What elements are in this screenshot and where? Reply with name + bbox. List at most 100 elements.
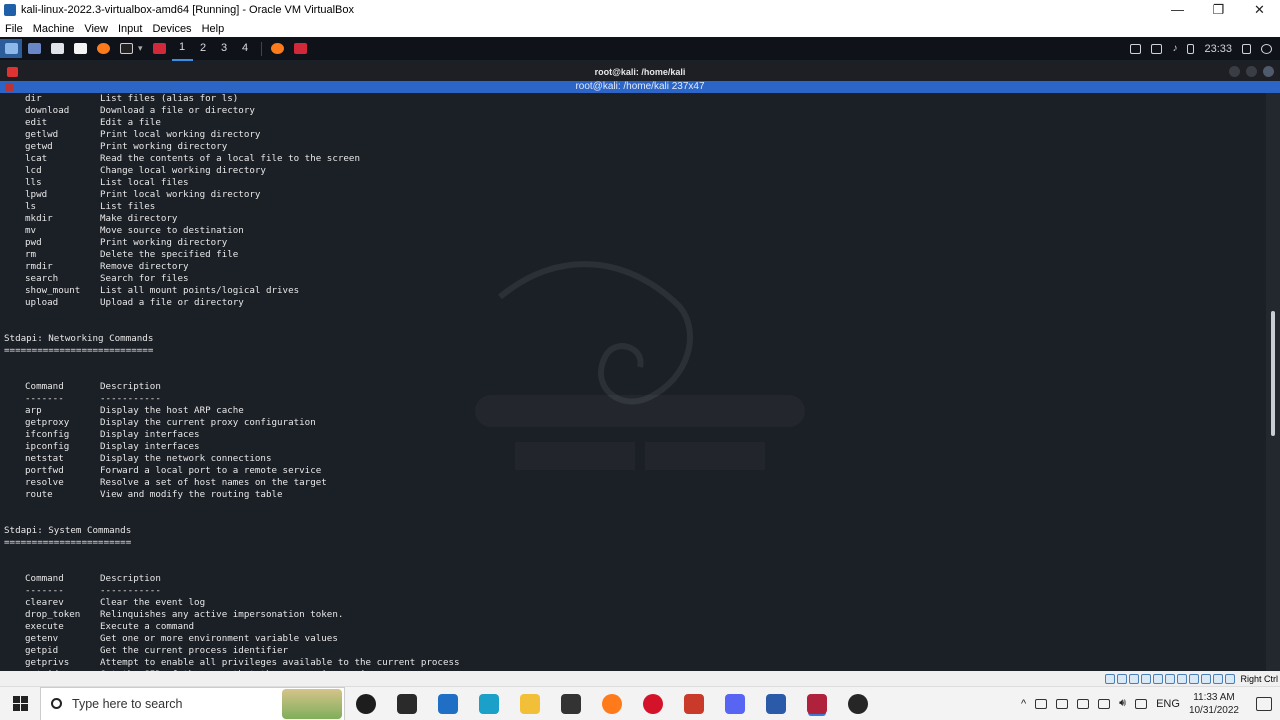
cpu-icon[interactable] bbox=[1201, 673, 1212, 684]
bell-icon[interactable]: ♪ bbox=[1172, 43, 1177, 54]
hard-disk-icon[interactable] bbox=[1105, 673, 1116, 684]
mouse-integration-icon[interactable] bbox=[1213, 673, 1224, 684]
workspace-4[interactable]: 4 bbox=[235, 37, 256, 60]
kali-menu-button[interactable] bbox=[0, 39, 22, 58]
taskbar-app-obs[interactable] bbox=[837, 687, 878, 720]
display-icon[interactable] bbox=[1177, 673, 1188, 684]
task-firefox[interactable] bbox=[267, 39, 289, 58]
language-indicator[interactable]: ENG bbox=[1156, 698, 1180, 710]
taskbar-search[interactable]: Type here to search bbox=[40, 686, 345, 720]
launcher-dropdown-icon[interactable]: ▾ bbox=[138, 43, 143, 54]
command-description: Download a file or directory bbox=[100, 105, 255, 116]
start-button[interactable] bbox=[0, 687, 40, 720]
command-description: Display interfaces bbox=[100, 441, 200, 452]
battery-icon[interactable] bbox=[1098, 698, 1111, 709]
terminal-minimize-button[interactable] bbox=[1229, 66, 1240, 77]
taskbar-app-amazon[interactable] bbox=[550, 687, 591, 720]
network-off-icon[interactable] bbox=[1151, 43, 1163, 54]
text-editor-button[interactable] bbox=[69, 39, 91, 58]
section-heading: =========================== bbox=[4, 345, 154, 356]
task-terminal[interactable] bbox=[290, 39, 312, 58]
lock-icon[interactable] bbox=[1242, 43, 1251, 54]
menu-machine[interactable]: Machine bbox=[28, 23, 80, 35]
terminal-line: getenv Get one or more environment variab… bbox=[4, 633, 1266, 645]
taskbar-app-opera[interactable] bbox=[632, 687, 673, 720]
workspace-2[interactable]: 2 bbox=[193, 37, 214, 60]
command-description: Change local working directory bbox=[100, 165, 266, 176]
terminal-line: execute Execute a command bbox=[4, 621, 1266, 633]
window-title: kali-linux-2022.3-virtualbox-amd64 [Runn… bbox=[21, 4, 355, 16]
optical-drive-icon[interactable] bbox=[1117, 673, 1128, 684]
taskbar-app-file-explorer[interactable] bbox=[509, 687, 550, 720]
scrollbar-thumb[interactable] bbox=[1271, 311, 1275, 436]
taskbar-app-kali-vm[interactable] bbox=[796, 687, 837, 720]
menu-file[interactable]: File bbox=[0, 23, 28, 35]
virtualbox-titlebar: kali-linux-2022.3-virtualbox-amd64 [Runn… bbox=[0, 0, 1280, 20]
menu-view[interactable]: View bbox=[79, 23, 113, 35]
workspace-1[interactable]: 1 bbox=[171, 37, 193, 61]
terminal-maximize-button[interactable] bbox=[1246, 66, 1257, 77]
taskbar-app-virtualbox[interactable] bbox=[755, 687, 796, 720]
taskbar-app-edge[interactable] bbox=[468, 687, 509, 720]
command-description: Forward a local port to a remote service bbox=[100, 465, 322, 476]
terminal-output[interactable]: dir List files (alias for ls) download Down… bbox=[0, 93, 1266, 671]
guest-display[interactable]: ▾ 1 2 3 4 ♪ 23:33 root@kali: /home/kali … bbox=[0, 37, 1280, 671]
terminal-scrollbar[interactable] bbox=[1266, 93, 1280, 671]
keyboard-icon[interactable] bbox=[1225, 673, 1236, 684]
kali-app-button[interactable] bbox=[149, 39, 171, 58]
taskbar-app-task-view[interactable] bbox=[386, 687, 427, 720]
workspace-3[interactable]: 3 bbox=[214, 37, 235, 60]
file-manager-button[interactable] bbox=[46, 39, 68, 58]
network-icon[interactable] bbox=[1141, 673, 1152, 684]
power-icon[interactable] bbox=[1261, 43, 1272, 54]
virtualbox-icon bbox=[765, 693, 786, 714]
kali-vm-icon bbox=[806, 693, 827, 714]
notifications-icon[interactable] bbox=[1256, 696, 1272, 711]
command-description: Display the network connections bbox=[100, 453, 272, 464]
terminal-launcher[interactable] bbox=[115, 39, 137, 58]
command-name: getenv bbox=[25, 633, 59, 644]
close-button[interactable]: ✕ bbox=[1239, 0, 1280, 20]
firefox-launcher[interactable] bbox=[92, 39, 114, 58]
audio-icon[interactable] bbox=[1129, 673, 1140, 684]
recording-icon[interactable] bbox=[1189, 673, 1200, 684]
display-icon[interactable] bbox=[1130, 43, 1142, 54]
command-name: resolve bbox=[25, 477, 64, 488]
taskbar-clock[interactable]: 11:33 AM 10/31/2022 bbox=[1189, 691, 1239, 717]
command-name: getprivs bbox=[25, 657, 70, 668]
taskbar-app-app-discord[interactable] bbox=[714, 687, 755, 720]
meet-now-icon[interactable] bbox=[1035, 698, 1048, 709]
menu-devices[interactable]: Devices bbox=[147, 23, 196, 35]
menu-help[interactable]: Help bbox=[197, 23, 230, 35]
terminal-task-icon bbox=[294, 43, 308, 54]
command-name: upload bbox=[25, 297, 59, 308]
volume-icon[interactable]: 🔊︎ bbox=[1119, 697, 1126, 710]
show-desktop-button[interactable] bbox=[23, 39, 45, 58]
terminal-line: route View and modify the routing table bbox=[4, 489, 1266, 501]
terminal-line: portfwd Forward a local port to a remote … bbox=[4, 465, 1266, 477]
terminal-tab[interactable]: root@kali: /home/kali 237x47 bbox=[0, 81, 1280, 93]
keyboard-icon[interactable] bbox=[1135, 698, 1148, 709]
panel-clock[interactable]: 23:33 bbox=[1204, 43, 1232, 55]
usb-icon[interactable] bbox=[1153, 673, 1164, 684]
taskbar-app-firefox[interactable] bbox=[591, 687, 632, 720]
minimize-button[interactable]: — bbox=[1157, 0, 1198, 20]
shared-folder-icon[interactable] bbox=[1165, 673, 1176, 684]
command-description: List files (alias for ls) bbox=[100, 93, 239, 104]
maximize-button[interactable]: ❐ bbox=[1198, 0, 1239, 20]
tab-icon bbox=[5, 83, 13, 91]
terminal-close-button[interactable] bbox=[1263, 66, 1274, 77]
taskbar-app-app-red[interactable] bbox=[673, 687, 714, 720]
onedrive-icon[interactable] bbox=[1056, 698, 1069, 709]
terminal-line: search Search for files bbox=[4, 273, 1266, 285]
taskbar-app-mail[interactable] bbox=[427, 687, 468, 720]
command-name: rmdir bbox=[25, 261, 53, 272]
menu-input[interactable]: Input bbox=[113, 23, 147, 35]
wifi-icon[interactable] bbox=[1077, 698, 1090, 709]
battery-icon[interactable] bbox=[1187, 43, 1195, 54]
show-hidden-icons-icon[interactable]: ^ bbox=[1021, 698, 1026, 710]
terminal-line: lls List local files bbox=[4, 177, 1266, 189]
host-key-label: Right Ctrl bbox=[1240, 673, 1278, 684]
taskbar-app-cortana[interactable] bbox=[345, 687, 386, 720]
